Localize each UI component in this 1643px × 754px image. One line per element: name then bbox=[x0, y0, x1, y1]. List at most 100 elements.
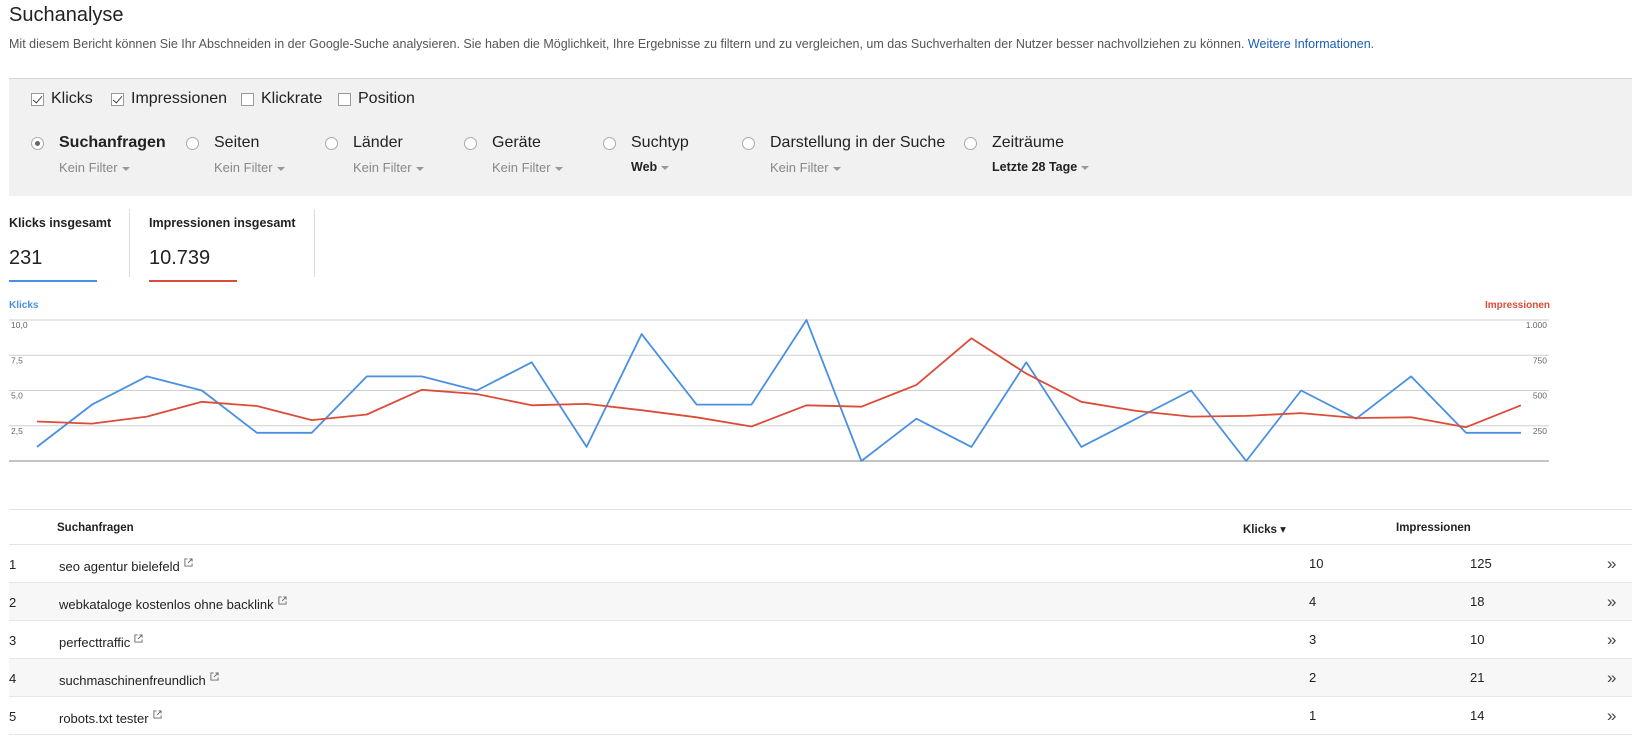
row-expand-icon[interactable]: » bbox=[1607, 630, 1616, 650]
header-clicks[interactable]: Klicks ▾ bbox=[1243, 522, 1286, 536]
table-row[interactable]: 4 suchmaschinenfreundlich 2 21 » bbox=[9, 659, 1632, 697]
filter-text: Kein Filter bbox=[59, 160, 118, 175]
chevron-down-icon bbox=[554, 166, 563, 171]
page-title: Suchanalyse bbox=[9, 4, 124, 26]
impressions-underline bbox=[149, 280, 237, 282]
chevron-down-icon bbox=[661, 165, 670, 170]
row-clicks: 1 bbox=[1309, 708, 1317, 723]
radio-pages[interactable] bbox=[186, 137, 199, 150]
dimension-countries-label: Länder bbox=[353, 134, 403, 151]
metric-clicks[interactable]: Klicks bbox=[31, 90, 93, 108]
chevron-down-icon bbox=[415, 166, 424, 171]
impressions-series-line bbox=[36, 337, 1522, 429]
row-expand-icon[interactable]: » bbox=[1607, 706, 1616, 726]
performance-chart: Klicks Impressionen 10,0 1.000 7,5 750 5,0 500 2… bbox=[0, 296, 1643, 471]
radio-search-type[interactable] bbox=[603, 137, 616, 150]
row-impressions: 10 bbox=[1470, 632, 1485, 647]
radio-date-range[interactable] bbox=[964, 137, 977, 150]
left-tick-label: 7,5 bbox=[11, 355, 23, 365]
right-axis-label: Impressionen bbox=[1485, 300, 1550, 311]
right-tick-label: 500 bbox=[1533, 391, 1547, 401]
table-row[interactable]: 5 robots.txt tester 1 14 » bbox=[9, 697, 1632, 735]
chevron-down-icon bbox=[832, 166, 841, 171]
row-number: 1 bbox=[9, 557, 17, 572]
metric-selector-bar: Klicks Impressionen Klickrate Position bbox=[9, 78, 1632, 121]
row-query: seo agentur bielefeld bbox=[59, 558, 193, 574]
metric-ctr-label: Klickrate bbox=[261, 90, 323, 107]
row-impressions: 14 bbox=[1470, 708, 1485, 723]
right-tick-label: 1.000 bbox=[1526, 320, 1548, 330]
external-link-icon[interactable] bbox=[134, 634, 143, 643]
totals-divider bbox=[129, 209, 130, 277]
radio-search-appearance[interactable] bbox=[742, 137, 755, 150]
checkbox-clicks[interactable] bbox=[31, 92, 44, 106]
metric-position[interactable]: Position bbox=[338, 90, 415, 108]
row-query: perfecttraffic bbox=[59, 634, 143, 650]
more-info-link[interactable]: Weitere Informationen. bbox=[1248, 37, 1374, 51]
checkbox-impressions[interactable] bbox=[111, 92, 124, 106]
row-expand-icon[interactable]: » bbox=[1607, 592, 1616, 612]
chevron-down-icon bbox=[276, 166, 285, 171]
queries-table: Suchanfragen Klicks ▾ Impressionen 1 seo … bbox=[9, 509, 1632, 735]
external-link-icon[interactable] bbox=[153, 710, 162, 719]
row-number: 4 bbox=[9, 671, 17, 686]
external-link-icon[interactable] bbox=[210, 672, 219, 681]
row-clicks: 3 bbox=[1309, 632, 1317, 647]
table-row[interactable]: 1 seo agentur bielefeld 10 125 » bbox=[9, 545, 1632, 583]
total-impressions-value: 10.739 bbox=[149, 247, 211, 269]
row-clicks: 2 bbox=[1309, 670, 1317, 685]
row-query: robots.txt tester bbox=[59, 710, 162, 726]
checkbox-position[interactable] bbox=[338, 92, 351, 106]
filter-text: Kein Filter bbox=[492, 160, 551, 175]
left-tick-label: 5,0 bbox=[11, 391, 23, 401]
dimension-queries-filter[interactable]: Kein Filter bbox=[59, 160, 130, 175]
header-queries[interactable]: Suchanfragen bbox=[57, 522, 134, 534]
left-tick-label: 2,5 bbox=[11, 426, 23, 436]
dimension-search-appearance-filter[interactable]: Kein Filter bbox=[770, 160, 841, 175]
dimension-countries-filter[interactable]: Kein Filter bbox=[353, 160, 424, 175]
left-axis-label: Klicks bbox=[9, 300, 39, 311]
left-tick-label: 10,0 bbox=[11, 320, 28, 330]
total-clicks-label: Klicks insgesamt bbox=[9, 216, 112, 230]
filter-text: Kein Filter bbox=[770, 160, 829, 175]
row-query: webkataloge kostenlos ohne backlink bbox=[59, 596, 287, 612]
row-number: 2 bbox=[9, 595, 17, 610]
dimension-selector-bar: Suchanfragen Kein Filter Seiten Kein Fil… bbox=[9, 120, 1632, 196]
external-link-icon[interactable] bbox=[278, 596, 287, 605]
right-tick-label: 250 bbox=[1533, 426, 1547, 436]
page-description: Mit diesem Bericht können Sie Ihr Abschn… bbox=[9, 37, 1374, 51]
external-link-icon[interactable] bbox=[184, 558, 193, 567]
row-expand-icon[interactable]: » bbox=[1607, 668, 1616, 688]
dimension-devices-label: Geräte bbox=[492, 134, 541, 151]
dimension-date-range-filter[interactable]: Letzte 28 Tage bbox=[992, 160, 1090, 174]
metric-position-label: Position bbox=[358, 90, 415, 107]
row-expand-icon[interactable]: » bbox=[1607, 554, 1616, 574]
total-clicks-value: 231 bbox=[9, 247, 43, 269]
table-header: Suchanfragen Klicks ▾ Impressionen bbox=[9, 509, 1632, 545]
dimension-search-type-filter[interactable]: Web bbox=[631, 160, 670, 174]
dimension-queries-label: Suchanfragen bbox=[59, 134, 166, 151]
right-tick-label: 750 bbox=[1533, 355, 1547, 365]
radio-devices[interactable] bbox=[464, 137, 477, 150]
metric-impressions[interactable]: Impressionen bbox=[111, 90, 227, 108]
table-row[interactable]: 3 perfecttraffic 3 10 » bbox=[9, 621, 1632, 659]
chevron-down-icon bbox=[1081, 165, 1090, 170]
metric-ctr[interactable]: Klickrate bbox=[241, 90, 322, 108]
radio-queries[interactable] bbox=[31, 137, 44, 150]
checkbox-ctr[interactable] bbox=[241, 92, 254, 106]
header-impressions[interactable]: Impressionen bbox=[1396, 522, 1471, 534]
row-impressions: 18 bbox=[1470, 594, 1485, 609]
dimension-pages-filter[interactable]: Kein Filter bbox=[214, 160, 285, 175]
radio-countries[interactable] bbox=[325, 137, 338, 150]
row-impressions: 21 bbox=[1470, 670, 1485, 685]
dimension-devices-filter[interactable]: Kein Filter bbox=[492, 160, 563, 175]
dimension-date-range-label: Zeiträume bbox=[992, 134, 1065, 151]
metric-clicks-label: Klicks bbox=[51, 90, 93, 107]
row-number: 5 bbox=[9, 709, 17, 724]
dimension-search-type-label: Suchtyp bbox=[631, 134, 689, 151]
row-impressions: 125 bbox=[1470, 556, 1492, 571]
table-row[interactable]: 2 webkataloge kostenlos ohne backlink 4 18 » bbox=[9, 583, 1632, 621]
filter-text: Kein Filter bbox=[214, 160, 273, 175]
row-clicks: 4 bbox=[1309, 594, 1317, 609]
row-number: 3 bbox=[9, 633, 17, 648]
